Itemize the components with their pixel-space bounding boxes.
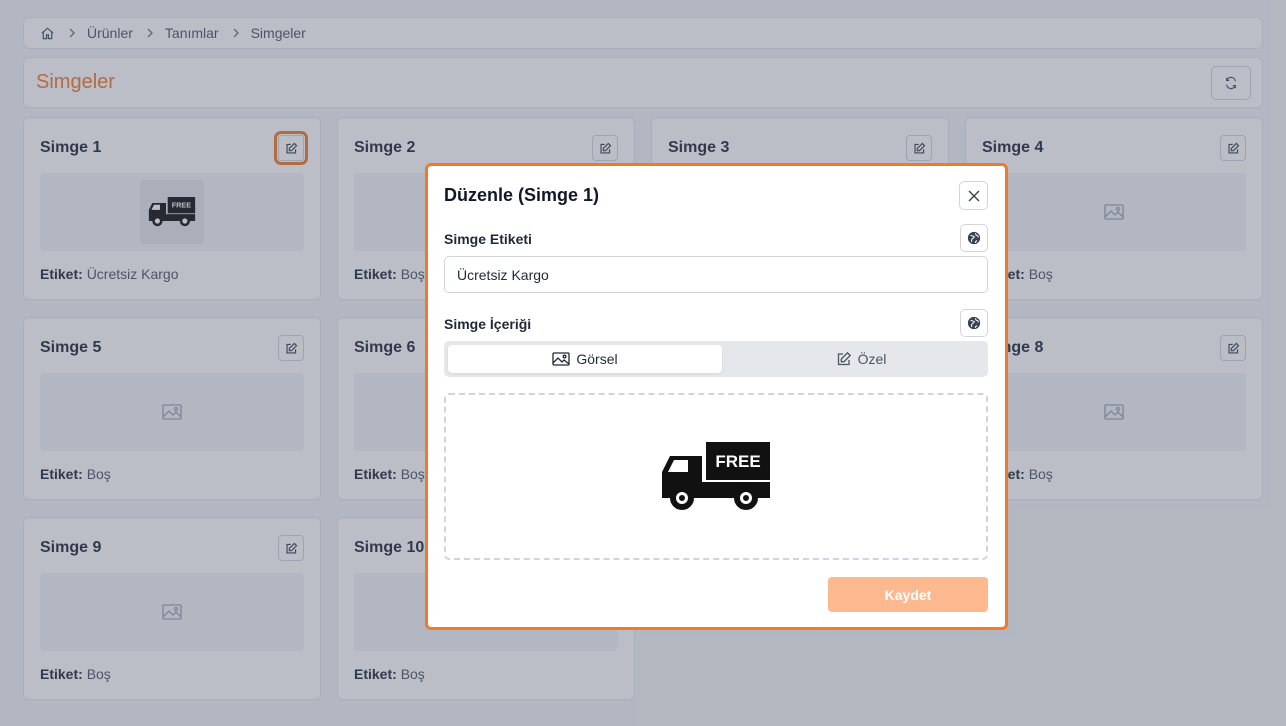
icon-label-input[interactable] [444,256,988,293]
tab-ozel-label: Özel [857,351,887,367]
content-type-tabs: Görsel Özel [444,341,988,377]
globe-icon [967,316,981,330]
icon-label-field-label: Simge Etiketi [444,231,532,247]
close-icon [968,190,980,202]
label-translate-button[interactable] [960,224,988,252]
globe-icon [967,231,981,245]
edit-modal: Düzenle (Simge 1) Simge Etiketi Simge İç… [425,163,1008,630]
save-button[interactable]: Kaydet [828,577,988,612]
content-translate-button[interactable] [960,309,988,337]
modal-title: Düzenle (Simge 1) [444,185,600,205]
tab-gorsel-label: Görsel [576,351,618,367]
free-shipping-truck-icon: FREE [660,441,772,512]
tab-gorsel[interactable]: Görsel [448,345,722,373]
close-button[interactable] [959,181,988,210]
image-icon [552,352,571,366]
image-dropzone[interactable]: FREE [444,393,988,560]
svg-text:FREE: FREE [715,452,760,471]
icon-content-field-label: Simge İçeriği [444,316,532,332]
tab-ozel[interactable]: Özel [724,345,998,373]
edit-icon [836,351,852,367]
